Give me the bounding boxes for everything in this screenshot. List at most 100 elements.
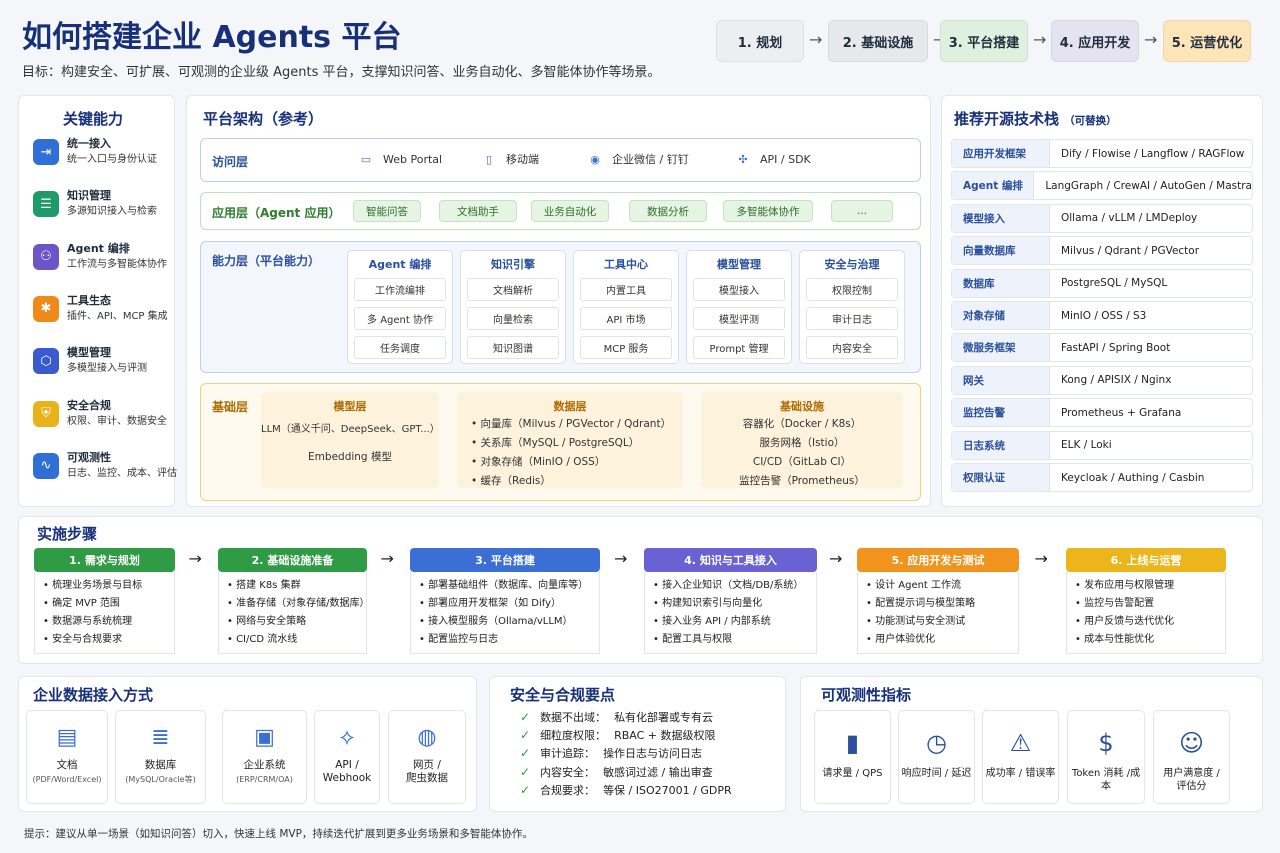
cube-icon: ⬡ — [33, 348, 59, 375]
roadmap-step: 4. 应用开发 — [1051, 20, 1139, 62]
metric-card[interactable]: ⚠ 成功率 / 错误率 — [982, 710, 1059, 804]
techstack-row: 应用开发框架 Dify / Flowise / Langflow / RAGFlo… — [951, 139, 1253, 168]
phase-header: 2. 基础设施准备 — [218, 548, 367, 572]
infra-layer-item: 监控告警（Prometheus） — [739, 475, 865, 487]
phase-box: • 设计 Agent 工作流 • 配置提示词与模型策略 • 功能测试与安全测试 • 用… — [857, 572, 1019, 654]
phase-task: • 配置工具与权限 — [653, 634, 733, 645]
phase-task: • 接入业务 API / 内部系统 — [653, 616, 771, 627]
architecture-title: 平台架构（参考） — [203, 110, 324, 128]
clock-icon: ◷ — [926, 729, 947, 757]
techstack-row: 监控告警 Prometheus + Grafana — [951, 398, 1253, 428]
mobile-icon: ▯ — [485, 152, 493, 166]
security-item: ✓ 内容安全： 敏感词过滤 / 输出审查 — [520, 764, 713, 780]
metric-card[interactable]: ▮ 请求量 / QPS — [814, 710, 891, 804]
capability-module[interactable]: 文档解析 — [467, 278, 559, 301]
capability-module[interactable]: 模型接入 — [693, 278, 785, 301]
techstack-category: 日志系统 — [952, 431, 1050, 459]
capability-text: 模型管理 多模型接入与评测 — [67, 345, 147, 385]
capability-column-title: 模型管理 — [717, 258, 761, 271]
app-chip[interactable]: 智能问答 — [353, 200, 421, 222]
implementation-title: 实施步骤 — [37, 525, 98, 543]
metric-label: 请求量 / QPS — [822, 768, 883, 779]
techstack-category: 向量数据库 — [952, 237, 1050, 265]
capability-desc: 日志、监控、成本、评估 — [67, 467, 177, 479]
datasource-card[interactable]: ⟡ API / Webhook — [314, 710, 380, 804]
datasource-card[interactable]: ▤ 文档 (PDF/Word/Excel) — [26, 710, 108, 804]
app-layer: 应用层（Agent 应用） 智能问答 文档助手 业务自动化 数据分析 多智能体协作... — [200, 192, 921, 230]
metric-card[interactable]: $ Token 消耗 /成本 — [1067, 710, 1145, 804]
arrow-icon: → — [614, 549, 628, 568]
capability-column: 工具中心内置工具 API 市场 MCP 服务 — [573, 250, 679, 364]
app-chip[interactable]: 多智能体协作 — [723, 200, 813, 222]
access-layer-name: 访问层 — [212, 155, 249, 169]
phase-task: • 用户反馈与迭代优化 — [1075, 616, 1175, 627]
phase-task: • 网络与安全策略 — [227, 616, 307, 627]
monitor-icon: ▭ — [360, 152, 372, 166]
tools-icon: ✱ — [33, 295, 59, 322]
model-layer-item: Embedding 模型 — [308, 451, 392, 463]
data-layer-item: • 关系库（MySQL / PostgreSQL） — [471, 437, 640, 449]
dollar-icon: $ — [1098, 729, 1114, 757]
chat-icon: ◉ — [590, 152, 600, 166]
capability-module[interactable]: 多 Agent 协作 — [354, 307, 446, 330]
capability-column-title: 工具中心 — [604, 258, 648, 271]
access-channel[interactable]: ✣ API / SDK — [735, 151, 810, 167]
infra-layer-item: CI/CD（GitLab CI） — [752, 456, 852, 468]
phase-task: • 接入模型服务（Ollama/vLLM） — [419, 616, 573, 627]
access-channel[interactable]: ▯ 移动端 — [481, 151, 539, 167]
capability-desc: 多源知识接入与检索 — [67, 206, 157, 218]
capability-module[interactable]: 权限控制 — [806, 278, 898, 301]
shield-icon: ⛨ — [33, 400, 59, 427]
security-item: ✓ 细粒度权限： RBAC + 数据级权限 — [520, 727, 715, 743]
app-chip[interactable]: 数据分析 — [629, 200, 707, 222]
metric-card[interactable]: ◷ 响应时间 / 延迟 — [898, 710, 975, 804]
app-chip[interactable]: ... — [831, 200, 893, 222]
tip-text: 提示：建议从单一场景（如知识问答）切入，快速上线 MVP，持续迭代扩展到更多业务… — [24, 828, 533, 840]
capability-text: 工具生态 插件、API、MCP 集成 — [67, 293, 168, 333]
capability-module[interactable]: 审计日志 — [806, 307, 898, 330]
globe-icon: ◍ — [417, 725, 437, 750]
phase-box: • 梳理业务场景与目标 • 确定 MVP 范围 • 数据源与系统梳理 • 安全与合规要… — [34, 572, 175, 654]
infra-layer-item: 服务网格（Istio） — [759, 437, 845, 449]
phase-task: • 准备存储（对象存储/数据库） — [227, 598, 370, 609]
capability-item: ∿ 可观测性 日志、监控、成本、评估 — [33, 450, 183, 490]
capability-module[interactable]: 工作流编排 — [354, 278, 446, 301]
techstack-category: 微服务框架 — [952, 334, 1050, 362]
datasource-card[interactable]: ◍ 网页 / 爬虫数据 — [388, 710, 466, 804]
phase-task: • 数据源与系统梳理 — [43, 616, 133, 627]
phase-task: • 监控与告警配置 — [1075, 598, 1155, 609]
datasource-card[interactable]: ≣ 数据库 (MySQL/Oracle等) — [115, 710, 206, 804]
security-key: 审计追踪： — [540, 747, 596, 761]
model-layer-item: LLM（通义千问、DeepSeek、GPT...） — [261, 424, 440, 435]
capability-module[interactable]: API 市场 — [580, 307, 672, 330]
capability-module[interactable]: 内容安全 — [806, 336, 898, 359]
capability-module[interactable]: 内置工具 — [580, 278, 672, 301]
capability-item: ☰ 知识管理 多源知识接入与检索 — [33, 188, 183, 228]
check-icon: ✓ — [520, 746, 531, 761]
capability-column-title: 知识引擎 — [491, 258, 535, 271]
access-channel[interactable]: ◉ 企业微信 / 钉钉 — [587, 151, 689, 167]
techstack-tools: FastAPI / Spring Boot — [1061, 341, 1171, 354]
capability-module[interactable]: MCP 服务 — [580, 336, 672, 359]
techstack-tools: Prometheus + Grafana — [1061, 406, 1182, 419]
roadmap-step: 2. 基础设施 — [828, 20, 928, 62]
phase-box: • 部署基础组件（数据库、向量库等） • 部署应用开发框架（如 Dify） • 接入… — [410, 572, 600, 654]
datasource-card[interactable]: ▣ 企业系统 (ERP/CRM/OA) — [222, 710, 307, 804]
api-icon: ✣ — [738, 152, 748, 166]
security-key: 数据不出域： — [540, 711, 607, 724]
capability-text: 统一接入 统一入口与身份认证 — [67, 136, 157, 176]
capability-module[interactable]: 向量检索 — [467, 307, 559, 330]
capability-module[interactable]: 知识图谱 — [467, 336, 559, 359]
access-channel[interactable]: ▭ Web Portal — [358, 151, 442, 167]
capability-column: Agent 编排 工作流编排多 Agent 协作 任务调度 — [347, 250, 453, 364]
capabilities-panel: 关键能力 ⇥ 统一接入 统一入口与身份认证 ☰ 知识管理 多源知识接入与检索 ⚇ Agent … — [18, 95, 177, 507]
capability-module[interactable]: 任务调度 — [354, 336, 446, 359]
phase-task: • 部署应用开发框架（如 Dify） — [419, 598, 561, 609]
capability-module[interactable]: 模型评测 — [693, 307, 785, 330]
app-chip[interactable]: 业务自动化 — [531, 200, 609, 222]
infra-layer-item: 容器化（Docker / K8s） — [742, 418, 862, 430]
capability-title: 统一接入 — [67, 137, 111, 150]
capability-module[interactable]: Prompt 管理 — [693, 336, 785, 359]
metric-card[interactable]: ☺ 用户满意度 / 评估分 — [1153, 710, 1230, 804]
app-chip[interactable]: 文档助手 — [439, 200, 517, 222]
